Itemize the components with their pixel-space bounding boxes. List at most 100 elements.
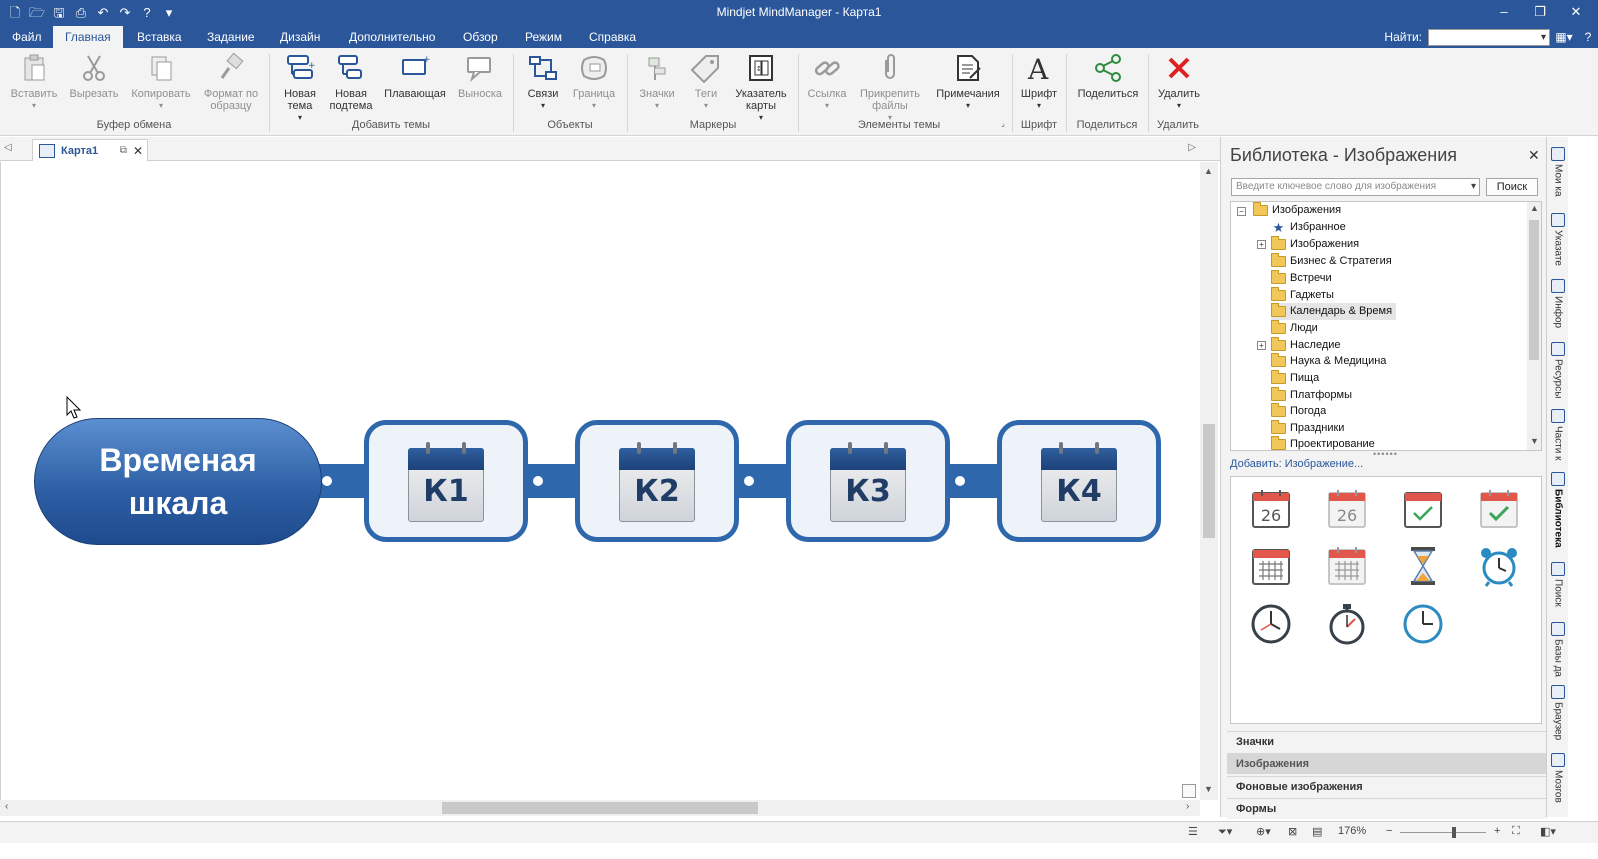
tags-button[interactable]: Теги ▾	[684, 52, 728, 112]
minimize-icon[interactable]: –	[1486, 2, 1522, 22]
calendar-check-icon[interactable]	[1401, 487, 1445, 531]
scroll-tabs-left-icon[interactable]: ◁	[4, 142, 12, 153]
scroll-thumb[interactable]	[442, 802, 758, 814]
page-view-icon[interactable]: ▤	[1312, 825, 1322, 838]
tab-review[interactable]: Обзор	[451, 26, 510, 48]
tree-item[interactable]: Люди	[1271, 320, 1318, 337]
canvas-horizontal-scrollbar[interactable]: ‹ ›	[0, 800, 1200, 816]
new-doc-icon[interactable]: 🗋	[6, 4, 24, 22]
scroll-down-icon[interactable]: ▼	[1204, 784, 1213, 794]
tree-item[interactable]: Наука & Медицина	[1271, 353, 1386, 370]
zoom-slider[interactable]	[1400, 832, 1486, 833]
tab-task[interactable]: Задание	[195, 26, 267, 48]
tree-item[interactable]: Праздники	[1271, 420, 1344, 437]
zoom-level[interactable]: 176%	[1338, 825, 1366, 837]
restore-icon[interactable]: ❐	[1522, 2, 1558, 22]
callout-button[interactable]: Выноска	[452, 52, 508, 100]
side-tab-brainstorm[interactable]: Мозгов	[1549, 753, 1567, 813]
accordion-backgrounds[interactable]: Фоновые изображения	[1227, 776, 1547, 797]
tree-item[interactable]: Изображения	[1253, 202, 1341, 219]
zoom-out-icon[interactable]: −	[1386, 825, 1392, 837]
scroll-up-icon[interactable]: ▲	[1204, 166, 1213, 176]
tab-advanced[interactable]: Дополнительно	[337, 26, 447, 48]
scroll-thumb[interactable]	[1203, 424, 1215, 538]
layout-options-icon[interactable]: ◧▾	[1540, 825, 1556, 838]
tree-item[interactable]: Встречи	[1271, 270, 1332, 287]
collapse-icon[interactable]: −	[1237, 207, 1246, 216]
tree-item[interactable]: Пища	[1271, 370, 1319, 387]
share-button[interactable]: Поделиться	[1072, 52, 1144, 100]
tree-item-selected[interactable]: Календарь & Время	[1271, 303, 1397, 320]
help-icon[interactable]: ?	[138, 4, 156, 22]
customize-icon[interactable]: ▾	[160, 4, 178, 22]
scroll-up-icon[interactable]: ▲	[1530, 203, 1539, 213]
tree-scrollbar[interactable]: ▲ ▼	[1527, 202, 1541, 450]
tree-item[interactable]: Наследие	[1271, 337, 1341, 354]
redo-icon[interactable]: ↷	[116, 4, 134, 22]
expand-icon[interactable]: +	[1257, 341, 1266, 350]
accordion-shapes[interactable]: Формы	[1227, 798, 1547, 819]
font-button[interactable]: A Шрифт ▾	[1016, 52, 1062, 112]
expand-icon[interactable]: +	[1257, 240, 1266, 249]
tree-item[interactable]: Гаджеты	[1271, 287, 1334, 304]
tree-item[interactable]: Бизнес & Стратегия	[1271, 253, 1392, 270]
close-panel-icon[interactable]: ✕	[1528, 147, 1540, 164]
close-tab-icon[interactable]: ✕	[133, 144, 143, 158]
tree-item[interactable]: Платформы	[1271, 387, 1352, 404]
tab-design[interactable]: Дизайн	[268, 26, 332, 48]
alarm-clock-icon[interactable]	[1477, 544, 1521, 588]
stopwatch-icon[interactable]	[1325, 602, 1369, 646]
save-icon[interactable]: 🖫	[50, 4, 68, 22]
print-icon[interactable]: ⎙	[72, 4, 90, 22]
side-tab-browser[interactable]: Браузер	[1549, 685, 1567, 751]
tab-file[interactable]: Файл	[0, 26, 54, 48]
side-tab-resources[interactable]: Ресурсы	[1549, 342, 1567, 406]
tab-help[interactable]: Справка	[577, 26, 648, 48]
fit-page-icon[interactable]: ⛶	[1512, 825, 1520, 838]
find-options-icon[interactable]: ▦▾	[1554, 28, 1574, 46]
balance-map-icon[interactable]: ⊠	[1288, 825, 1297, 838]
tree-item[interactable]: Проектирование	[1271, 436, 1375, 450]
filter-icon[interactable]: ⏷▾	[1218, 825, 1232, 839]
delete-button[interactable]: Удалить ▾	[1152, 52, 1206, 112]
notes-button[interactable]: Примечания ▾	[930, 52, 1006, 112]
scroll-thumb[interactable]	[1529, 220, 1539, 360]
subtopic-k3[interactable]: К3	[786, 420, 950, 542]
relationships-button[interactable]: Связи ▾	[520, 52, 566, 112]
pin-icon[interactable]: ⧉	[120, 145, 127, 156]
fit-map-icon[interactable]	[1182, 784, 1196, 798]
hourglass-icon[interactable]	[1401, 544, 1445, 588]
side-tab-search[interactable]: Поиск	[1549, 562, 1567, 620]
search-button[interactable]: Поиск	[1486, 178, 1538, 196]
add-image-link[interactable]: Добавить: Изображение...	[1230, 458, 1363, 470]
tab-home[interactable]: Главная	[53, 26, 123, 48]
attach-files-button[interactable]: Прикрепить файлы ▾	[854, 52, 926, 124]
format-painter-button[interactable]: Формат по образцу	[198, 52, 264, 112]
help-icon[interactable]: ?	[1578, 28, 1598, 46]
subtopic-k2[interactable]: К2	[575, 420, 739, 542]
calendar-grid-icon[interactable]	[1249, 544, 1293, 588]
central-topic[interactable]: Временая шкала	[34, 418, 322, 545]
find-input[interactable]	[1428, 28, 1550, 46]
new-topic-button[interactable]: + Новая тема ▾	[276, 52, 324, 124]
side-tab-databases[interactable]: Базы да	[1549, 622, 1567, 682]
tab-view[interactable]: Режим	[513, 26, 574, 48]
tree-item[interactable]: Изображения	[1271, 236, 1359, 253]
cut-button[interactable]: Вырезать	[66, 52, 122, 100]
image-search-input[interactable]: Введите ключевое слово для изображения	[1231, 178, 1480, 196]
undo-icon[interactable]: ↶	[94, 4, 112, 22]
map-index-button[interactable]: ↕ Указатель карты ▾	[730, 52, 792, 124]
subtopic-k1[interactable]: К1	[364, 420, 528, 542]
new-subtopic-button[interactable]: Новая подтема	[326, 52, 376, 112]
close-window-icon[interactable]: ✕	[1558, 2, 1594, 22]
link-button[interactable]: Ссылка ▾	[804, 52, 850, 112]
accordion-icons[interactable]: Значки	[1227, 731, 1547, 752]
side-tab-info[interactable]: Инфор	[1549, 279, 1567, 339]
scroll-tabs-right-icon[interactable]: ▷	[1188, 142, 1196, 153]
canvas-vertical-scrollbar[interactable]: ▲ ▼	[1200, 162, 1218, 800]
boundary-button[interactable]: Граница ▾	[568, 52, 620, 112]
clock-blue-icon[interactable]	[1401, 602, 1445, 646]
side-tab-map-parts[interactable]: Части к	[1549, 409, 1567, 469]
zoom-in-icon[interactable]: +	[1494, 825, 1500, 837]
floating-topic-button[interactable]: + Плавающая	[380, 52, 450, 100]
